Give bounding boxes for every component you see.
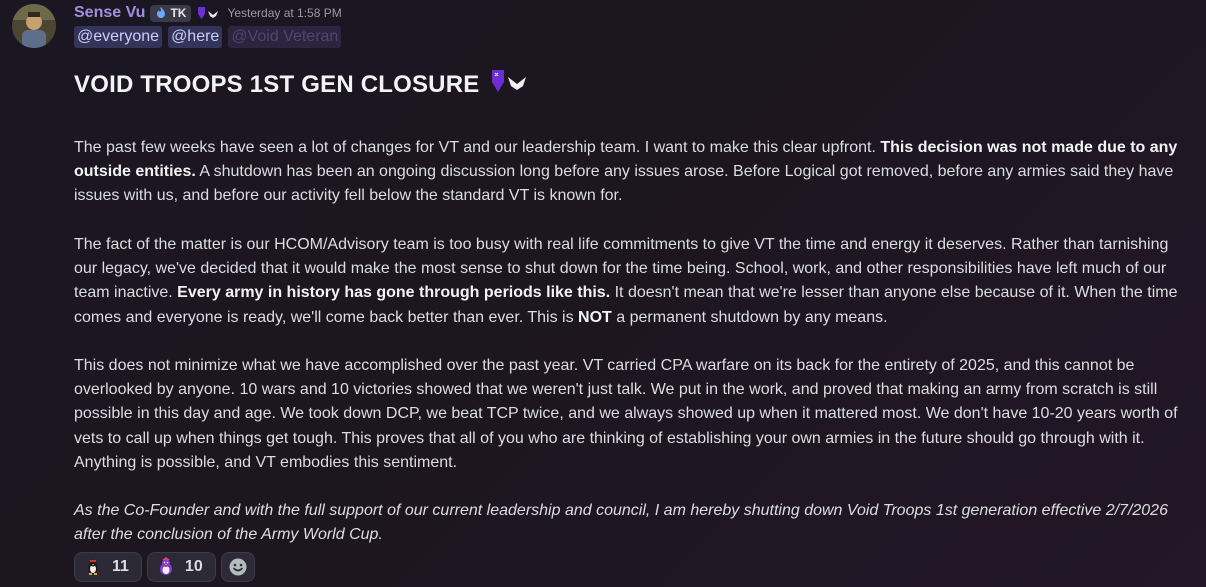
add-reaction-button[interactable] bbox=[220, 552, 255, 582]
message-header: Sense Vu TK Yesterday at 1:58 PM bbox=[74, 3, 342, 23]
paragraph-4: As the Co-Founder and with the full supp… bbox=[74, 499, 1184, 547]
penguin-icon bbox=[83, 557, 103, 577]
text-segment: a permanent shutdown by any means. bbox=[611, 308, 888, 326]
text-segment: This does not minimize what we have acco… bbox=[74, 357, 1178, 471]
mentions-row: @everyone @here @Void Veteran bbox=[74, 26, 342, 48]
message-title: VOID TROOPS 1ST GEN CLOSURE bbox=[74, 68, 529, 101]
text-segment: As the Co-Founder and with the full supp… bbox=[74, 502, 1168, 544]
paragraph-3: This does not minimize what we have acco… bbox=[74, 354, 1184, 475]
server-tag-label: TK bbox=[170, 6, 187, 20]
reactions-bar: 11 10 bbox=[74, 552, 255, 582]
bold-segment: NOT bbox=[578, 308, 612, 326]
text-segment: The past few weeks have seen a lot of ch… bbox=[74, 139, 881, 156]
author-avatar[interactable] bbox=[12, 4, 56, 48]
message-timestamp: Yesterday at 1:58 PM bbox=[227, 6, 342, 20]
paragraph-2: The fact of the matter is our HCOM/Advis… bbox=[74, 233, 1184, 330]
purple-penguin-icon bbox=[156, 557, 176, 577]
reaction-penguin[interactable]: 11 bbox=[74, 552, 142, 582]
reaction-purple-penguin[interactable]: 10 bbox=[146, 552, 216, 582]
mention-everyone[interactable]: @everyone bbox=[74, 26, 163, 48]
title-text: VOID TROOPS 1ST GEN CLOSURE bbox=[74, 70, 480, 98]
mention-here[interactable]: @here bbox=[168, 26, 223, 48]
mention-role-void-veteran[interactable]: @Void Veteran bbox=[228, 26, 342, 48]
paragraph-1: The past few weeks have seen a lot of ch… bbox=[74, 136, 1184, 209]
reaction-count: 10 bbox=[184, 558, 203, 575]
smiley-icon bbox=[228, 557, 248, 577]
reaction-count: 11 bbox=[112, 558, 129, 575]
bold-segment: Every army in history has gone through p… bbox=[177, 284, 611, 302]
flame-icon bbox=[155, 6, 167, 21]
server-tag[interactable]: TK bbox=[150, 4, 192, 22]
void-troops-emoji-icon bbox=[489, 68, 529, 101]
text-segment: A shutdown has been an ongoing discussio… bbox=[74, 163, 1174, 205]
role-icon bbox=[196, 5, 220, 21]
author-name[interactable]: Sense Vu bbox=[74, 4, 145, 22]
